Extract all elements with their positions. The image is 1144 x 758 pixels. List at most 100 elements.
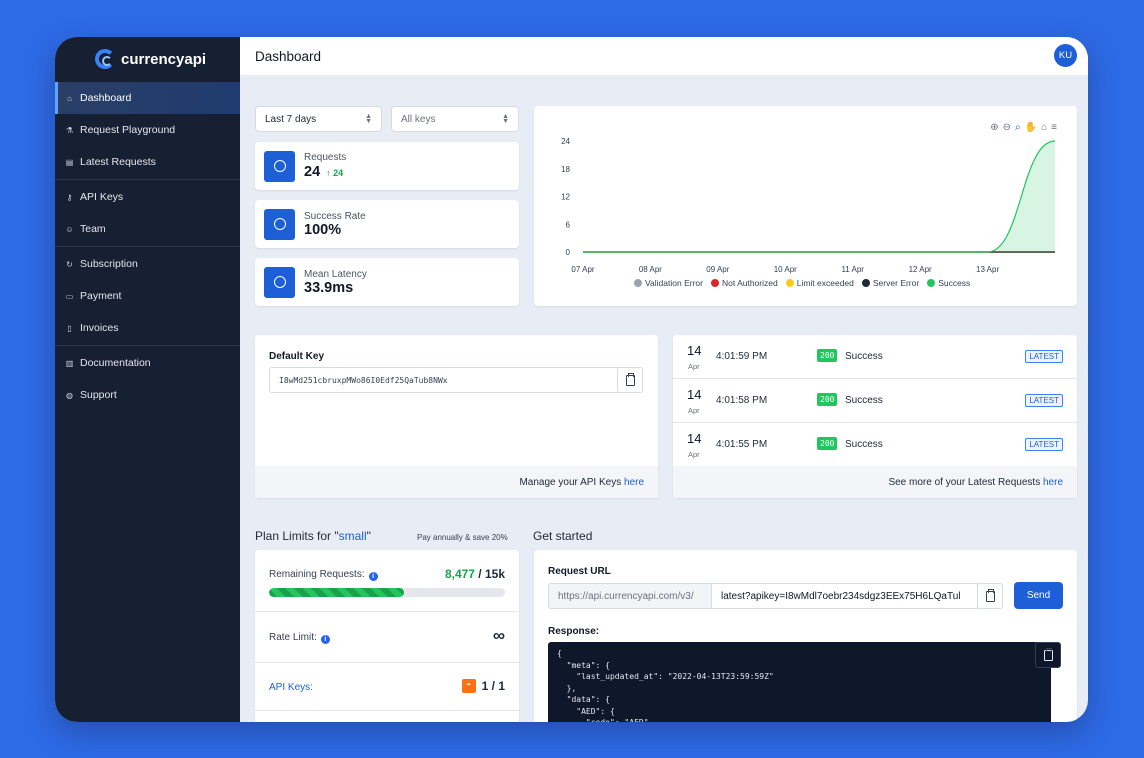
sidebar-item-team[interactable]: ☺ Team: [55, 213, 240, 245]
sidebar-item-label: Documentation: [80, 357, 151, 369]
get-started-title: Get started: [533, 529, 593, 543]
see-more-link[interactable]: here: [1043, 477, 1063, 488]
legend-item[interactable]: Server Error: [861, 278, 920, 288]
y-tick-label: 6: [566, 220, 571, 229]
api-key-select-value: All keys: [401, 113, 436, 125]
x-tick-label: 07 Apr: [571, 265, 594, 274]
avatar[interactable]: KU: [1054, 44, 1077, 67]
legend-dot: [710, 279, 719, 287]
x-tick-label: 11 Apr: [841, 265, 864, 274]
send-button[interactable]: Send: [1014, 582, 1063, 609]
sidebar-item-dashboard[interactable]: ⌂ Dashboard: [55, 82, 240, 114]
legend-label: Limit exceeded: [796, 278, 854, 288]
remaining-requests-value: 8,477 / 15k: [445, 567, 505, 581]
sidebar-item-latest-requests[interactable]: ▤ Latest Requests: [55, 146, 240, 178]
sidebar-item-label: Subscription: [80, 258, 138, 270]
code-line: {: [557, 649, 562, 658]
globe-icon: ◍: [66, 390, 73, 400]
request-day: 14: [687, 387, 702, 402]
sidebar-item-label: Team: [80, 223, 106, 235]
request-row[interactable]: 14 Apr 4:01:59 PM 200 Success LATEST: [673, 335, 1077, 379]
rate-limit-label: Rate Limit: i: [269, 632, 330, 644]
request-status: Success: [845, 351, 883, 362]
plan-limits-card: Remaining Requests: i 8,477 / 15k Rate Li…: [255, 550, 519, 722]
request-status: Success: [845, 439, 883, 450]
legend-label: Server Error: [872, 278, 920, 288]
clipboard-icon: [625, 372, 635, 386]
date-range-value: Last 7 days: [265, 113, 317, 125]
requests-icon: [264, 150, 295, 182]
sidebar-item-subscription[interactable]: ↻ Subscription: [55, 248, 240, 280]
credit-card-icon: ▭: [65, 291, 74, 301]
y-tick-label: 0: [566, 248, 571, 257]
copy-response-button[interactable]: [1035, 642, 1061, 668]
sidebar-item-label: Latest Requests: [80, 156, 156, 168]
copy-url-button[interactable]: [977, 583, 1003, 609]
progress-fill: [269, 588, 404, 597]
stat-label: Mean Latency: [304, 268, 367, 280]
sidebar-item-label: Dashboard: [80, 92, 132, 104]
manage-keys-link[interactable]: here: [624, 477, 644, 488]
remaining-requests-row: Remaining Requests: i 8,477 / 15k: [255, 550, 519, 612]
plan-title-suffix: ": [366, 529, 371, 543]
sidebar-item-payment[interactable]: ▭ Payment: [55, 280, 240, 312]
api-key-select[interactable]: All keys ▲ ▼: [391, 106, 519, 132]
legend-item[interactable]: Not Authorized: [710, 278, 778, 288]
date-range-select[interactable]: Last 7 days ▲ ▼: [255, 106, 382, 132]
sidebar-item-label: Support: [80, 389, 117, 401]
logo[interactable]: currencyapi: [95, 49, 206, 69]
y-tick-label: 24: [561, 137, 570, 146]
legend-item[interactable]: Limit exceeded: [785, 278, 854, 288]
code-line: "data": {: [557, 695, 610, 704]
pay-annually-note[interactable]: Pay annually & save 20%: [417, 533, 508, 542]
sidebar-item-invoices[interactable]: ▯ Invoices: [55, 312, 240, 344]
plan-name-link[interactable]: small: [339, 529, 367, 543]
clock-icon: [264, 266, 295, 298]
sidebar-item-request-playground[interactable]: ⚗ Request Playground: [55, 114, 240, 146]
divider: [55, 345, 240, 346]
request-row[interactable]: 14 Apr 4:01:58 PM 200 Success LATEST: [673, 379, 1077, 423]
status-code-badge: 200: [817, 437, 838, 450]
request-month: Apr: [688, 450, 700, 459]
info-icon[interactable]: i: [320, 635, 330, 644]
base-url-field: https://api.currencyapi.com/v3/: [548, 583, 712, 609]
key-icon: ⚷: [66, 192, 73, 202]
code-line: },: [557, 683, 577, 693]
requests-chart-card: ⊕ ⊖ ⌕ ✋ ⌂ ≡ 0 6 12 18 24 07 Apr 08 Apr 09 Apr 10…: [534, 106, 1077, 306]
default-key-field[interactable]: I8wMd251cbruxpMWo86I0Edf25QaTub8NWx: [269, 367, 643, 393]
api-keys-link[interactable]: API Keys:: [269, 682, 313, 693]
legend-item[interactable]: Success: [927, 278, 970, 288]
see-more-text: See more of your Latest Requests: [888, 476, 1041, 488]
request-path-input[interactable]: latest?apikey=I8wMdl7oebr234sdgz3EEx75H6…: [711, 583, 978, 609]
success-rate-value: 100%: [304, 221, 342, 238]
remaining-requests-label-text: Remaining Requests:: [269, 569, 365, 580]
currencyapi-logo-icon: [95, 49, 115, 69]
sidebar-item-label: Payment: [80, 290, 122, 302]
upgrade-badge-icon: ⌃: [461, 679, 476, 693]
request-row[interactable]: 14 Apr 4:01:55 PM 200 Success LATEST: [673, 423, 1077, 467]
requests-delta: ↑ 24: [326, 167, 344, 178]
sidebar-item-support[interactable]: ◍ Support: [55, 379, 240, 411]
requests-value: 24: [304, 163, 321, 180]
legend-item[interactable]: Validation Error: [634, 278, 703, 288]
document-icon: ▯: [67, 323, 72, 333]
info-icon[interactable]: i: [368, 572, 378, 581]
brand-name: currencyapi: [121, 50, 207, 68]
request-time: 4:01:58 PM: [716, 395, 768, 406]
latest-requests-footer: See more of your Latest Requests here: [673, 466, 1077, 498]
api-keys-limit-value: ⌃ 1 / 1: [461, 679, 505, 693]
legend-label: Not Authorized: [721, 278, 778, 288]
x-tick-label: 09 Apr: [706, 265, 729, 274]
request-status: Success: [845, 395, 883, 406]
request-month: Apr: [688, 362, 700, 371]
latest-tag: LATEST: [1025, 350, 1063, 363]
latest-requests-card: 14 Apr 4:01:59 PM 200 Success LATEST 14 Apr 4:01…: [673, 335, 1077, 498]
copy-key-button[interactable]: [617, 367, 643, 393]
latency-value: 33.9ms: [304, 279, 354, 296]
rate-limit-value: ∞: [492, 626, 505, 645]
sidebar-item-documentation[interactable]: ▥ Documentation: [55, 347, 240, 379]
sidebar-item-api-keys[interactable]: ⚷ API Keys: [55, 181, 240, 213]
remaining-requests-label: Remaining Requests: i: [269, 569, 378, 581]
series-area: [583, 141, 1055, 252]
legend-dot: [927, 279, 936, 287]
